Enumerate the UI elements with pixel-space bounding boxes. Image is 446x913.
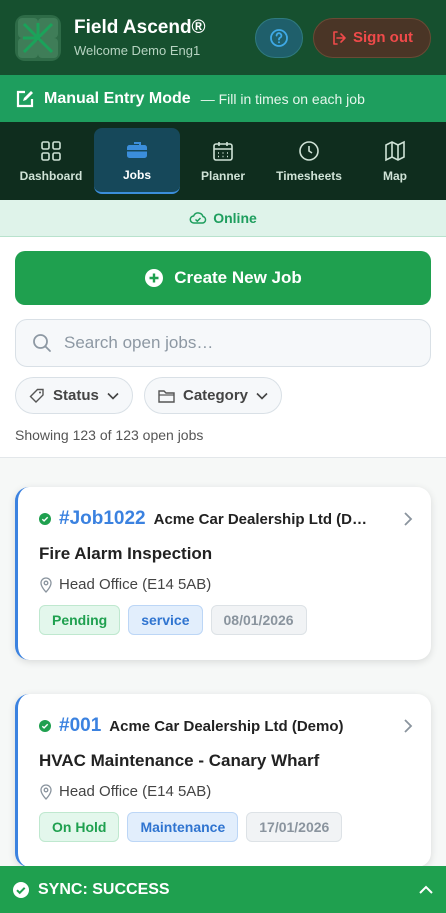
location-pin-icon	[40, 783, 52, 800]
category-badge: service	[128, 605, 203, 635]
job-card[interactable]: #001 Acme Car Dealership Ltd (Demo) HVAC…	[15, 694, 431, 867]
job-number: #Job1022	[59, 508, 146, 529]
status-badge: On Hold	[39, 812, 120, 842]
briefcase-icon	[127, 142, 147, 158]
jobs-count-text: Showing 123 of 123 open jobs	[15, 427, 204, 443]
job-location-text: Head Office (E14 5AB)	[59, 783, 212, 800]
app-header: Field Ascend® Welcome Demo Eng1 Sign out	[0, 0, 446, 75]
main-nav: Dashboard Jobs Planner Timesheets Map	[0, 122, 446, 200]
chevron-down-icon	[107, 392, 119, 400]
nav-label: Jobs	[122, 168, 151, 182]
chevron-right-icon	[404, 719, 413, 733]
category-filter-label: Category	[183, 387, 249, 404]
job-tags: Pending service 08/01/2026	[39, 605, 307, 635]
create-job-button[interactable]: Create New Job	[15, 251, 431, 305]
grid-icon	[41, 141, 61, 161]
plus-circle-icon	[145, 269, 164, 287]
help-button[interactable]	[255, 17, 303, 58]
cloud-check-icon	[189, 212, 207, 224]
folder-icon	[158, 389, 175, 403]
status-check-icon	[39, 513, 51, 525]
signout-button[interactable]: Sign out	[313, 17, 431, 58]
job-location: Head Office (E14 5AB)	[39, 576, 211, 593]
search-box	[15, 319, 431, 367]
welcome-text: Welcome Demo Eng1	[74, 43, 201, 58]
nav-label: Dashboard	[19, 169, 83, 183]
job-client: Acme Car Dealership Ltd (Demo)	[109, 717, 344, 735]
job-card-header: #001 Acme Car Dealership Ltd (Demo)	[39, 715, 409, 737]
nav-jobs[interactable]: Jobs	[94, 128, 180, 194]
app-title: Field Ascend®	[74, 17, 206, 38]
status-filter[interactable]: Status	[15, 377, 133, 414]
brand-block: Field Ascend® Welcome Demo Eng1	[74, 17, 255, 58]
job-number: #001	[59, 715, 102, 736]
sync-label: SYNC: SUCCESS	[38, 880, 170, 898]
nav-planner[interactable]: Planner	[180, 128, 266, 194]
jobs-toolbar: Create New Job Status Category Showing 1…	[0, 237, 446, 458]
nav-label: Timesheets	[276, 169, 342, 183]
category-filter[interactable]: Category	[144, 377, 283, 414]
help-icon	[270, 28, 288, 47]
job-title: Fire Alarm Inspection	[39, 544, 213, 563]
clock-icon	[299, 141, 319, 161]
tag-icon	[29, 388, 44, 403]
manual-mode-hint: — Fill in times on each job	[200, 90, 365, 107]
job-title: HVAC Maintenance - Canary Wharf	[39, 751, 320, 770]
sync-status-bar[interactable]: SYNC: SUCCESS	[0, 866, 446, 913]
job-tags: On Hold Maintenance 17/01/2026	[39, 812, 343, 842]
job-location-text: Head Office (E14 5AB)	[59, 576, 212, 593]
online-status-bar: Online	[0, 200, 446, 237]
job-location: Head Office (E14 5AB)	[39, 783, 211, 800]
online-label: Online	[213, 210, 257, 226]
status-badge: Pending	[39, 605, 121, 635]
calendar-icon	[213, 142, 233, 161]
status-filter-label: Status	[53, 387, 99, 404]
manual-mode-label: Manual Entry Mode	[44, 89, 191, 107]
manual-entry-banner: Manual Entry Mode — Fill in times on eac…	[0, 75, 446, 122]
date-badge: 17/01/2026	[246, 812, 343, 842]
search-input[interactable]	[64, 333, 394, 353]
app-logo	[15, 14, 61, 61]
chevron-right-icon	[404, 512, 413, 526]
job-card-header: #Job1022 Acme Car Dealership Ltd (Demo)	[39, 508, 409, 530]
nav-label: Planner	[200, 169, 245, 183]
search-icon	[33, 334, 51, 352]
category-badge: Maintenance	[127, 812, 239, 842]
edit-icon	[16, 90, 34, 107]
create-job-label: Create New Job	[174, 268, 302, 287]
nav-map[interactable]: Map	[352, 128, 438, 194]
date-badge: 08/01/2026	[210, 605, 307, 635]
job-client: Acme Car Dealership Ltd (Demo)	[153, 510, 374, 528]
nav-timesheets[interactable]: Timesheets	[266, 128, 352, 194]
status-check-icon	[39, 720, 51, 732]
map-icon	[385, 140, 405, 162]
logo-burst-icon	[22, 22, 54, 53]
chevron-up-icon	[419, 885, 433, 894]
nav-label: Map	[383, 169, 407, 183]
nav-dashboard[interactable]: Dashboard	[8, 128, 94, 194]
check-circle-icon	[13, 881, 29, 898]
chevron-down-icon	[256, 392, 268, 400]
logout-icon	[333, 30, 346, 45]
location-pin-icon	[40, 576, 52, 593]
signout-label: Sign out	[353, 29, 413, 46]
job-card[interactable]: #Job1022 Acme Car Dealership Ltd (Demo) …	[15, 487, 431, 660]
